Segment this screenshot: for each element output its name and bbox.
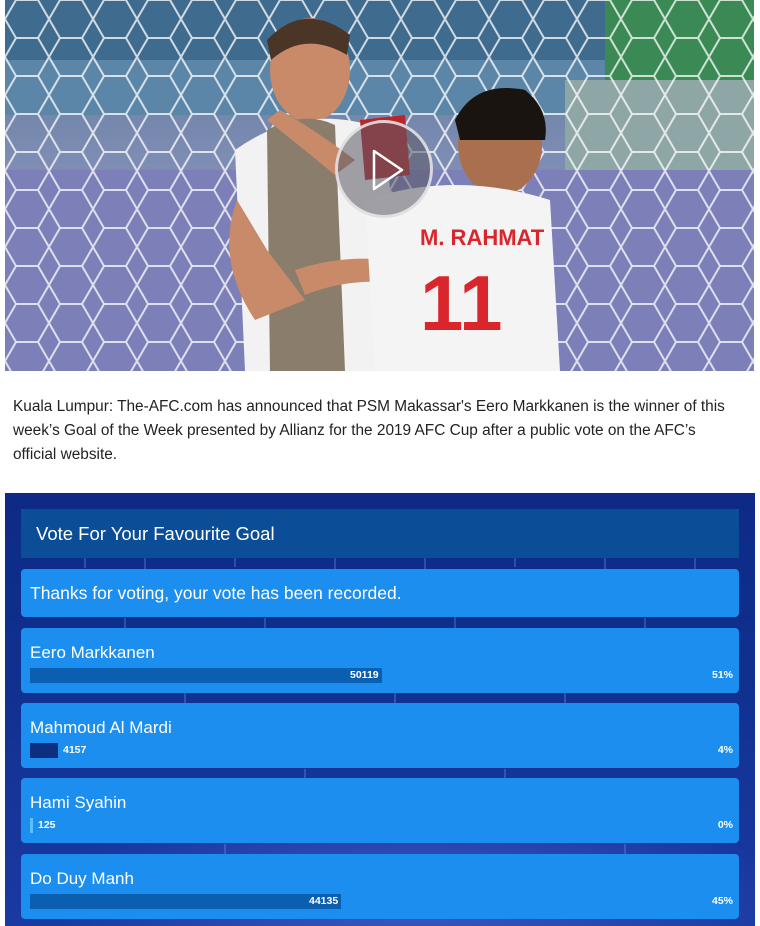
poll-widget: Vote For Your Favourite Goal Thanks for …: [5, 493, 755, 926]
poll-title: Vote For Your Favourite Goal: [21, 509, 739, 558]
vote-bar: 125: [30, 818, 720, 833]
poll-option: Eero Markkanen 50119 51%: [21, 628, 739, 693]
hero-image[interactable]: M. RAHMAT 11: [5, 0, 754, 371]
jersey-number: 11: [420, 259, 502, 347]
vote-percentage: 51%: [711, 669, 733, 681]
option-name: Eero Markkanen: [30, 643, 155, 662]
vote-count: 125: [38, 819, 56, 831]
vote-percentage: 4%: [717, 744, 733, 756]
play-button[interactable]: [335, 120, 433, 218]
vote-bar: 44135: [30, 894, 720, 909]
option-name: Hami Syahin: [30, 793, 127, 812]
vote-bar: 4157: [30, 743, 720, 758]
vote-percentage: 45%: [711, 895, 733, 907]
vote-count: 4157: [63, 744, 87, 756]
vote-bar: 50119: [30, 668, 720, 683]
vote-bar-fill: [30, 668, 382, 683]
poll-option: Do Duy Manh 44135 45%: [21, 854, 739, 919]
vote-bar-fill: [30, 743, 58, 758]
play-icon: [372, 149, 404, 191]
option-name: Mahmoud Al Mardi: [30, 718, 172, 737]
article-paragraph: Kuala Lumpur: The-AFC.com has announced …: [13, 398, 725, 463]
poll-option: Mahmoud Al Mardi 4157 4%: [21, 703, 739, 768]
vote-confirmation-message: Thanks for voting, your vote has been re…: [21, 569, 739, 617]
vote-count: 50119: [350, 669, 379, 681]
vote-bar-fill: [30, 894, 341, 909]
vote-percentage: 0%: [717, 819, 733, 831]
jersey-name: M. RAHMAT: [420, 225, 545, 250]
vote-bar-fill: [30, 818, 33, 833]
option-name: Do Duy Manh: [30, 869, 134, 888]
vote-count: 44135: [309, 895, 339, 907]
poll-option: Hami Syahin 125 0%: [21, 778, 739, 843]
